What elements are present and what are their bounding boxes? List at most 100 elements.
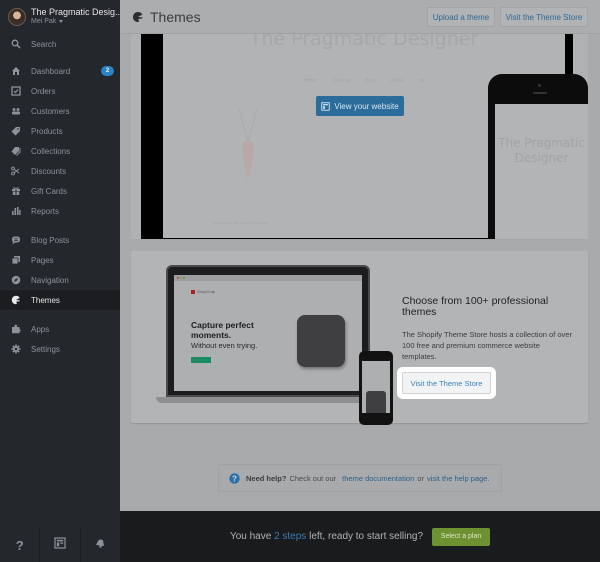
- phone-store-title: The Pragmatic Designer: [498, 136, 585, 165]
- sidebar-item-label: Blog Posts: [31, 235, 70, 245]
- steps-link[interactable]: 2 steps: [274, 531, 306, 542]
- mini-phone-screen: [362, 361, 390, 413]
- sidebar-item-label: Collections: [31, 146, 71, 156]
- tags-icon: [11, 146, 21, 156]
- sidebar-item-apps[interactable]: Apps: [0, 319, 120, 339]
- sidebar-item-themes[interactable]: Themes: [0, 290, 120, 310]
- select-plan-button[interactable]: Select a plan: [432, 527, 491, 546]
- gift-icon: [11, 186, 21, 196]
- storefront-icon: [54, 536, 66, 554]
- caret-down-icon: [59, 19, 64, 23]
- sidebar-item-label: Reports: [31, 206, 60, 216]
- mock-hero-subtitle: Without even trying.: [191, 341, 258, 350]
- sidebar-item-label: Gift Cards: [31, 186, 68, 196]
- mock-product-image: [297, 315, 345, 367]
- visit-theme-store-button[interactable]: Visit the Theme Store: [500, 7, 588, 27]
- sidebar-item-reports[interactable]: Reports: [0, 201, 120, 221]
- card-visit-theme-store-button[interactable]: Visit the Theme Store: [402, 372, 491, 394]
- browser-bar: [174, 275, 362, 281]
- laptop-illustration: ShopCrap Capture perfect moments. Withou…: [156, 265, 393, 425]
- sidebar-item-customers[interactable]: Customers: [0, 101, 120, 121]
- blog-icon: [11, 235, 21, 245]
- browser-dot: [177, 277, 179, 279]
- store-name: The Pragmatic Desig...: [31, 7, 120, 17]
- gear-icon: [11, 344, 21, 354]
- sidebar-item-dashboard[interactable]: Dashboard 2: [0, 61, 120, 81]
- page-header: Themes Upload a theme Visit the Theme St…: [120, 0, 600, 34]
- storefront-icon: [321, 101, 331, 111]
- browser-dot: [183, 277, 185, 279]
- notifications-icon: [94, 536, 106, 554]
- sidebar-item-pages[interactable]: Pages: [0, 250, 120, 270]
- page-title-text: Themes: [150, 8, 201, 25]
- sidebar-footer: ?: [0, 528, 120, 562]
- help-icon: ?: [15, 537, 24, 553]
- help-period: .: [487, 473, 490, 483]
- sidebar-item-label: Navigation: [31, 275, 69, 285]
- theme-preview: The Pragmatic Designer Home Catalog Blog…: [131, 34, 588, 240]
- user-menu[interactable]: Mei Pak: [31, 17, 120, 27]
- laptop-screen: ShopCrap Capture perfect moments. Withou…: [174, 275, 362, 391]
- browser-dot: [180, 277, 182, 279]
- phone-camera: [538, 84, 541, 87]
- view-website-label: View your website: [334, 101, 399, 111]
- sidebar-item-label: Discounts: [31, 166, 67, 176]
- theme-store-heading: Choose from 100+ professional themes: [402, 295, 549, 318]
- puzzle-icon: [11, 324, 21, 334]
- sidebar-item-products[interactable]: Products: [0, 121, 120, 141]
- sidebar-item-discounts[interactable]: Discounts: [0, 161, 120, 181]
- pages-icon: [11, 255, 21, 265]
- phone-mockup: The Pragmatic Designer: [488, 74, 588, 239]
- help-page-link[interactable]: visit the help page: [427, 474, 487, 483]
- sidebar-item-settings[interactable]: Settings: [0, 339, 120, 359]
- user-name: Mei Pak: [31, 18, 57, 25]
- palette-icon: [11, 295, 21, 305]
- theme-documentation-link[interactable]: theme documentation: [342, 474, 414, 483]
- sidebar-item-label: Orders: [31, 86, 56, 96]
- view-website-button[interactable]: View your website: [316, 96, 404, 116]
- sidebar-item-navigation[interactable]: Navigation: [0, 270, 120, 290]
- sidebar-item-label: Products: [31, 126, 63, 136]
- help-text-or: or: [417, 473, 424, 483]
- sidebar-search[interactable]: Search: [0, 34, 120, 54]
- laptop-lid: ShopCrap Capture perfect moments. Withou…: [166, 265, 370, 397]
- help-button[interactable]: ?: [0, 528, 41, 562]
- sidebar-item-label: Dashboard: [31, 66, 71, 76]
- notifications-button[interactable]: [81, 528, 120, 562]
- sidebar-item-blog-posts[interactable]: Blog Posts: [0, 230, 120, 250]
- store-switcher[interactable]: The Pragmatic Desig... Mei Pak: [0, 0, 120, 34]
- mock-hero-button: [191, 357, 211, 363]
- customers-icon: [11, 106, 21, 116]
- mock-brand-logo: ShopCrap: [191, 289, 215, 294]
- sidebar-item-orders[interactable]: Orders: [0, 81, 120, 101]
- theme-store-description: The Shopify Theme Store hosts a collecti…: [402, 330, 572, 361]
- setup-progress-text: You have 2 steps left, ready to start se…: [230, 531, 423, 542]
- sidebar-item-collections[interactable]: Collections: [0, 141, 120, 161]
- scissors-icon: [11, 166, 21, 176]
- phone-speaker: [533, 92, 547, 94]
- tag-icon: [11, 126, 21, 136]
- sidebar: The Pragmatic Desig... Mei Pak Search Da…: [0, 0, 120, 562]
- phone-screen: The Pragmatic Designer: [495, 104, 588, 239]
- search-icon: [11, 39, 21, 49]
- mock-hero-title: Capture perfect moments.: [191, 320, 254, 340]
- bar-chart-icon: [11, 206, 21, 216]
- sidebar-item-label: Themes: [31, 295, 60, 305]
- product-caption: Watercolor ice cream necklace: [213, 220, 268, 225]
- upload-theme-button[interactable]: Upload a theme: [427, 7, 495, 27]
- laptop-base: [156, 397, 380, 403]
- mini-product-image: [366, 391, 386, 413]
- help-bold-text: Need help?: [246, 473, 287, 483]
- pendant-image: [233, 105, 263, 196]
- home-icon: [11, 66, 21, 76]
- orders-checkbox-icon: [11, 86, 21, 96]
- sidebar-item-label: Customers: [31, 106, 70, 116]
- avatar: [8, 8, 26, 26]
- sidebar-item-gift-cards[interactable]: Gift Cards: [0, 181, 120, 201]
- question-circle-icon: ?: [229, 472, 240, 484]
- storefront-button[interactable]: [40, 528, 81, 562]
- palette-icon: [132, 11, 144, 23]
- theme-store-card: ShopCrap Capture perfect moments. Withou…: [131, 251, 588, 425]
- page-title: Themes: [132, 9, 201, 25]
- mini-phone-illustration: [359, 351, 393, 425]
